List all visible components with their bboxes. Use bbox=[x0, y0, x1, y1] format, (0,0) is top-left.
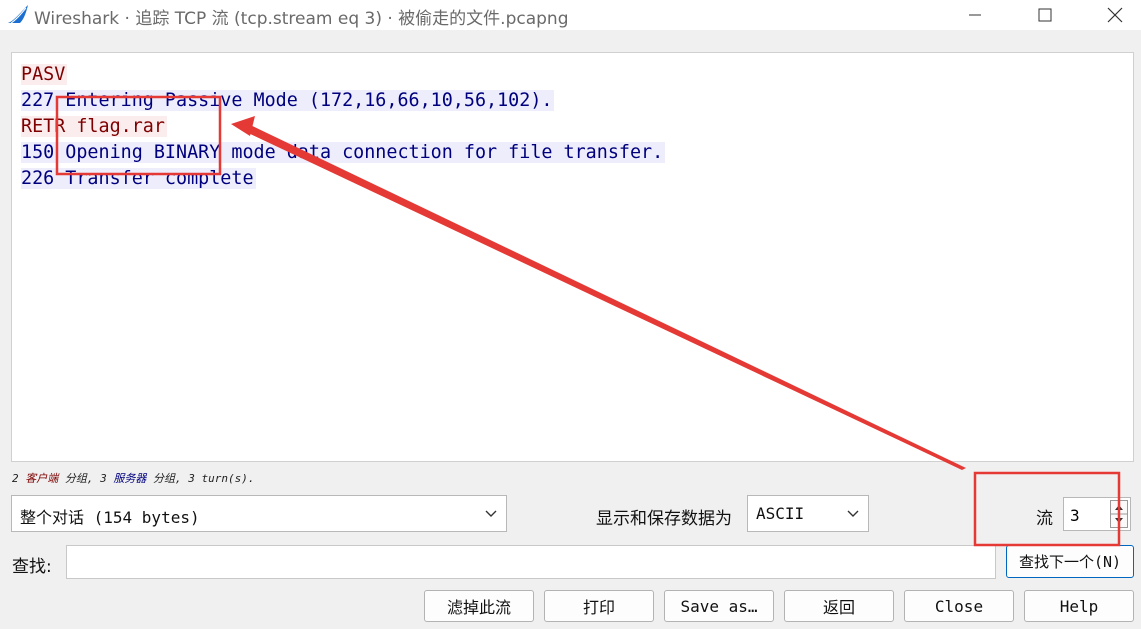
chevron-down-icon bbox=[847, 510, 859, 517]
conversation-select[interactable]: 整个对话 (154 bytes) bbox=[11, 495, 507, 532]
spin-up-down-icon bbox=[1111, 505, 1127, 523]
filter-out-stream-button[interactable]: 滤掉此流 bbox=[424, 590, 534, 622]
back-button[interactable]: 返回 bbox=[784, 590, 894, 622]
packet-summary: 2 客户端 分组, 3 服务器 分组, 3 turn(s). bbox=[12, 472, 255, 485]
chevron-down-icon bbox=[485, 510, 497, 517]
stream-line: 226 Transfer complete bbox=[21, 168, 256, 189]
stream-line: 150 Opening BINARY mode data connection … bbox=[21, 142, 666, 163]
minimize-icon bbox=[969, 14, 981, 16]
stream-line: RETR flag.rar bbox=[21, 116, 167, 137]
stream-lines: PASV 227 Entering Passive Mode (172,16,6… bbox=[21, 62, 666, 192]
title-bar: Wireshark · 追踪 TCP 流 (tcp.stream eq 3) ·… bbox=[0, 0, 1141, 30]
client-label: 客户端 bbox=[25, 472, 59, 485]
find-label: 查找: bbox=[12, 557, 52, 577]
encoding-select[interactable]: ASCII bbox=[747, 495, 869, 532]
close-button[interactable]: Close bbox=[904, 590, 1014, 622]
maximize-icon bbox=[1038, 8, 1052, 22]
stream-content-area[interactable]: PASV 227 Entering Passive Mode (172,16,6… bbox=[11, 52, 1134, 462]
window-title: Wireshark · 追踪 TCP 流 (tcp.stream eq 3) ·… bbox=[34, 9, 569, 29]
wireshark-fin-icon bbox=[8, 5, 28, 24]
spin-arrows[interactable] bbox=[1110, 500, 1128, 528]
server-label: 服务器 bbox=[113, 472, 147, 485]
minimize-button[interactable] bbox=[947, 0, 1003, 30]
show-as-label: 显示和保存数据为 bbox=[596, 509, 732, 529]
save-as-button[interactable]: Save as… bbox=[664, 590, 774, 622]
find-next-button[interactable]: 查找下一个(N) bbox=[1006, 545, 1134, 578]
stream-label: 流 bbox=[1036, 509, 1053, 529]
maximize-button[interactable] bbox=[1017, 0, 1073, 30]
close-window-button[interactable] bbox=[1087, 0, 1141, 30]
print-button[interactable]: 打印 bbox=[544, 590, 654, 622]
stream-number-spinbox[interactable]: 3 bbox=[1063, 497, 1131, 531]
close-icon bbox=[1107, 7, 1123, 23]
help-button[interactable]: Help bbox=[1024, 590, 1134, 622]
stream-line: 227 Entering Passive Mode (172,16,66,10,… bbox=[21, 90, 555, 111]
find-input[interactable] bbox=[66, 545, 996, 579]
stream-line: PASV bbox=[21, 64, 68, 85]
